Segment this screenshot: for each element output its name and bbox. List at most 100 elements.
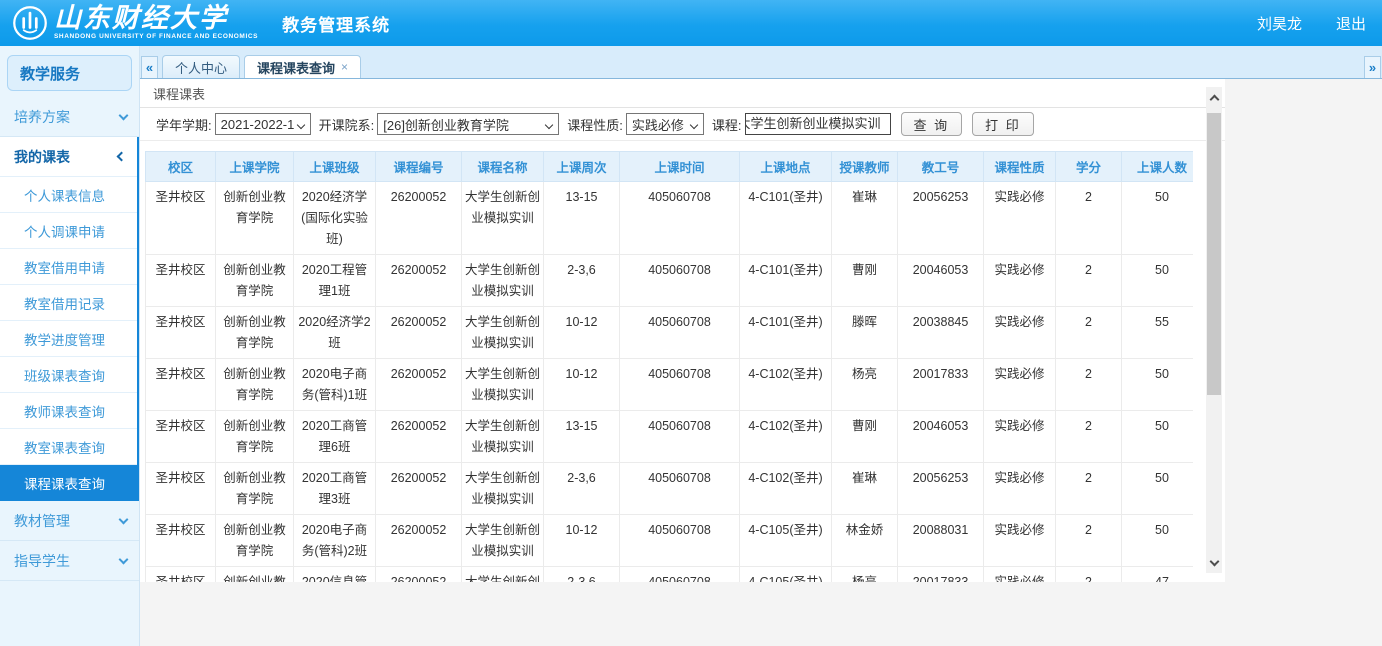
table-cell: 2 bbox=[1055, 566, 1122, 582]
course-nature-label: 课程性质: bbox=[567, 117, 623, 133]
table-cell: 20056253 bbox=[897, 181, 984, 255]
course-nature-select[interactable]: 实践必修 bbox=[625, 113, 704, 135]
table-cell: 曹刚 bbox=[831, 254, 898, 307]
table-cell: 实践必修 bbox=[983, 410, 1056, 463]
column-header[interactable]: 上课班级 bbox=[293, 151, 376, 182]
table-cell: 实践必修 bbox=[983, 462, 1056, 515]
logout-button[interactable]: 退出 bbox=[1336, 13, 1366, 34]
sidebar-item-teacher-timetable-query[interactable]: 教师课表查询 bbox=[0, 393, 137, 429]
sidebar-item-label: 个人课表信息 bbox=[24, 188, 105, 204]
scrollbar-down-button[interactable] bbox=[1206, 555, 1222, 571]
table-cell: 26200052 bbox=[375, 566, 462, 582]
search-button[interactable]: 查 询 bbox=[900, 112, 963, 136]
content-panel: 课程课表 学年学期: 2021-2022-1 开课院系: [26]创新创业教育学… bbox=[140, 79, 1225, 582]
sidebar-item-label: 个人调课申请 bbox=[24, 224, 105, 240]
table-cell: 大学生创新创业模拟实训 bbox=[461, 254, 544, 307]
table-row[interactable]: 圣井校区 创新创业教育学院 2020经济学(国际化实验班) 26200052 大学生创新… bbox=[145, 181, 1193, 255]
sidebar: 教学服务 培养方案 我的课表 个人课表信息 个人调课申请 教室借用申请 教室借用… bbox=[0, 46, 140, 646]
table-row[interactable]: 圣井校区创新创业教育学院2020信息管理与信息系统(服务外包方向)1班26200… bbox=[145, 566, 1193, 582]
table-cell: 圣井校区 bbox=[145, 462, 216, 515]
sidebar-group-training-program[interactable]: 培养方案 bbox=[0, 97, 139, 137]
table-cell: 2-3,6 bbox=[543, 462, 620, 515]
table-cell: 20017833 bbox=[897, 566, 984, 582]
table-cell: 26200052 bbox=[375, 254, 462, 307]
close-icon[interactable]: × bbox=[341, 60, 348, 74]
sidebar-group-my-timetable-header[interactable]: 我的课表 bbox=[0, 137, 137, 177]
column-header[interactable]: 教工号 bbox=[897, 151, 984, 182]
table-cell: 4-C101(圣井) bbox=[739, 306, 832, 359]
vertical-scrollbar[interactable] bbox=[1206, 87, 1222, 573]
column-header[interactable]: 上课周次 bbox=[543, 151, 620, 182]
table-cell: 实践必修 bbox=[983, 358, 1056, 411]
print-button[interactable]: 打 印 bbox=[972, 112, 1034, 136]
table-cell: 2-3,6 bbox=[543, 566, 620, 582]
department-select[interactable]: [26]创新创业教育学院 bbox=[377, 113, 560, 135]
table-cell: 圣井校区 bbox=[145, 410, 216, 463]
table-cell: 创新创业教育学院 bbox=[215, 514, 294, 567]
column-header[interactable]: 课程编号 bbox=[375, 151, 462, 182]
table-cell: 曹刚 bbox=[831, 410, 898, 463]
table-cell: 4-C102(圣井) bbox=[739, 462, 832, 515]
column-header[interactable]: 授课教师 bbox=[831, 151, 898, 182]
table-row[interactable]: 圣井校区 创新创业教育学院 2020电子商务(管科)2班 26200052 大学生创新创… bbox=[145, 514, 1193, 567]
table-cell: 10-12 bbox=[543, 514, 620, 567]
sidebar-item-personal-class-adjust-request[interactable]: 个人调课申请 bbox=[0, 213, 137, 249]
course-label: 课程: bbox=[711, 117, 742, 133]
course-input[interactable]: 大学生创新创业模拟实训 bbox=[744, 113, 891, 135]
table-cell: 4-C102(圣井) bbox=[739, 358, 832, 411]
chevron-down-icon bbox=[689, 120, 699, 130]
column-header[interactable]: 课程名称 bbox=[461, 151, 544, 182]
term-select[interactable]: 2021-2022-1 bbox=[214, 113, 311, 135]
table-cell: 实践必修 bbox=[983, 181, 1056, 255]
table-row[interactable]: 圣井校区 创新创业教育学院 2020经济学2班 26200052 大学生创新创业模拟实训… bbox=[145, 306, 1193, 359]
page: 山东财经大学 SHANDONG UNIVERSITY OF FINANCE AN… bbox=[0, 0, 1382, 646]
table-cell: 26200052 bbox=[375, 358, 462, 411]
column-header[interactable]: 上课人数 bbox=[1121, 151, 1193, 182]
column-header[interactable]: 上课时间 bbox=[619, 151, 740, 182]
column-header[interactable]: 校区 bbox=[145, 151, 216, 182]
tab-course-timetable-query[interactable]: 课程课表查询 × bbox=[244, 55, 362, 78]
table-cell: 创新创业教育学院 bbox=[215, 254, 294, 307]
sidebar-item-classroom-borrow-records[interactable]: 教室借用记录 bbox=[0, 285, 137, 321]
sidebar-section-title[interactable]: 教学服务 bbox=[7, 55, 132, 91]
sidebar-group-my-timetable: 我的课表 个人课表信息 个人调课申请 教室借用申请 教室借用记录 教学进度管理 … bbox=[0, 137, 139, 501]
table-cell: 4-C102(圣井) bbox=[739, 410, 832, 463]
column-header[interactable]: 上课地点 bbox=[739, 151, 832, 182]
tabs-scroll-left-button[interactable]: « bbox=[141, 56, 158, 78]
table-cell: 4-C105(圣井) bbox=[739, 514, 832, 567]
sidebar-item-class-timetable-query[interactable]: 班级课表查询 bbox=[0, 357, 137, 393]
tab-personal-center[interactable]: 个人中心 bbox=[162, 55, 241, 78]
column-header[interactable]: 学分 bbox=[1055, 151, 1122, 182]
section-title: 课程课表 bbox=[140, 79, 1225, 108]
table-cell: 4-C101(圣井) bbox=[739, 181, 832, 255]
table-cell: 405060708 bbox=[619, 514, 740, 567]
table-cell: 2020经济学2班 bbox=[293, 306, 376, 359]
tabs-scroll-right-button[interactable]: » bbox=[1364, 56, 1381, 78]
sidebar-item-teaching-progress-management[interactable]: 教学进度管理 bbox=[0, 321, 137, 357]
sidebar-group-textbook-management[interactable]: 教材管理 bbox=[0, 501, 139, 541]
current-username[interactable]: 刘昊龙 bbox=[1257, 13, 1302, 34]
table-cell: 大学生创新创业模拟实训 bbox=[461, 514, 544, 567]
table-cell: 杨亮 bbox=[831, 358, 898, 411]
sidebar-group-label: 指导学生 bbox=[14, 552, 70, 569]
scrollbar-up-button[interactable] bbox=[1206, 89, 1222, 105]
table-cell: 大学生创新创业模拟实训 bbox=[461, 462, 544, 515]
column-header[interactable]: 课程性质 bbox=[983, 151, 1056, 182]
sidebar-item-classroom-borrow-request[interactable]: 教室借用申请 bbox=[0, 249, 137, 285]
scrollbar-thumb[interactable] bbox=[1207, 113, 1221, 395]
table-cell: 47 bbox=[1121, 566, 1193, 582]
table-row[interactable]: 圣井校区 创新创业教育学院 2020电子商务(管科)1班 26200052 大学生创新创… bbox=[145, 358, 1193, 411]
table-cell: 圣井校区 bbox=[145, 358, 216, 411]
column-header[interactable]: 上课学院 bbox=[215, 151, 294, 182]
table-row[interactable]: 圣井校区 创新创业教育学院 2020工商管理6班 26200052 大学生创新创业模拟实… bbox=[145, 410, 1193, 463]
sidebar-item-personal-timetable-info[interactable]: 个人课表信息 bbox=[0, 177, 137, 213]
university-logo: 山东财经大学 SHANDONG UNIVERSITY OF FINANCE AN… bbox=[12, 5, 258, 41]
chevron-down-icon bbox=[545, 120, 554, 130]
table-row[interactable]: 圣井校区 创新创业教育学院 2020工程管理1班 26200052 大学生创新创业模拟实… bbox=[145, 254, 1193, 307]
term-select-value: 2021-2022-1 bbox=[220, 116, 295, 132]
sidebar-item-course-timetable-query[interactable]: 课程课表查询 bbox=[0, 465, 137, 501]
sidebar-group-student-guidance[interactable]: 指导学生 bbox=[0, 541, 139, 581]
sidebar-item-classroom-timetable-query[interactable]: 教室课表查询 bbox=[0, 429, 137, 465]
table-cell: 26200052 bbox=[375, 410, 462, 463]
table-row[interactable]: 圣井校区 创新创业教育学院 2020工商管理3班 26200052 大学生创新创业模拟实… bbox=[145, 462, 1193, 515]
